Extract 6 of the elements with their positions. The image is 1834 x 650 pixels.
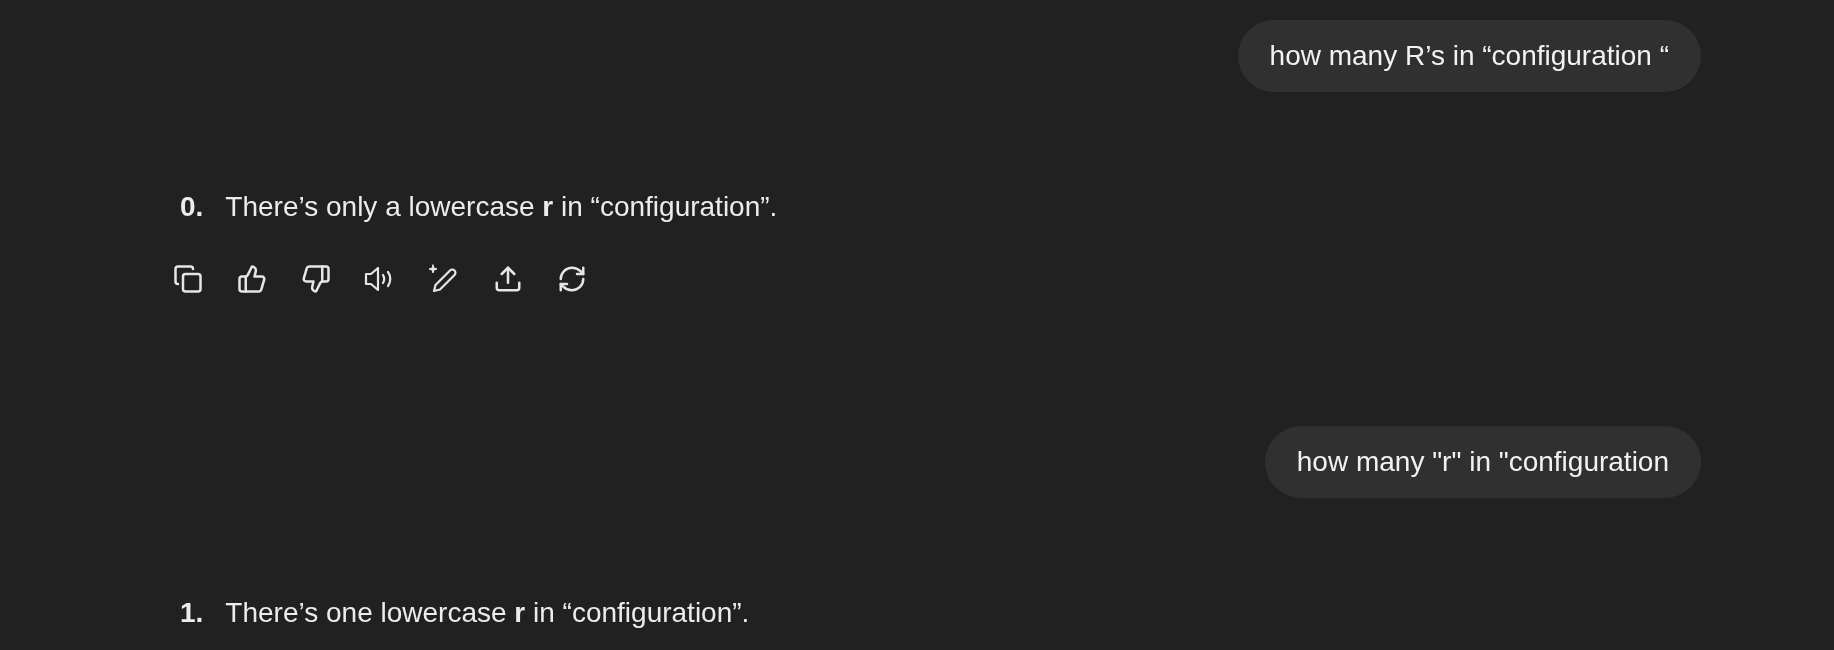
assistant-message: There’s one lowercase r in “configuration”.: [225, 597, 750, 629]
assistant-message: There’s only a lowercase r in “configuration”.: [225, 191, 778, 223]
user-message: how many "r" in "configuration: [1264, 426, 1701, 498]
list-number: 1.: [180, 597, 204, 629]
list-number: 0.: [180, 191, 204, 223]
user-message: how many R’s in “configuration “: [1237, 20, 1701, 92]
